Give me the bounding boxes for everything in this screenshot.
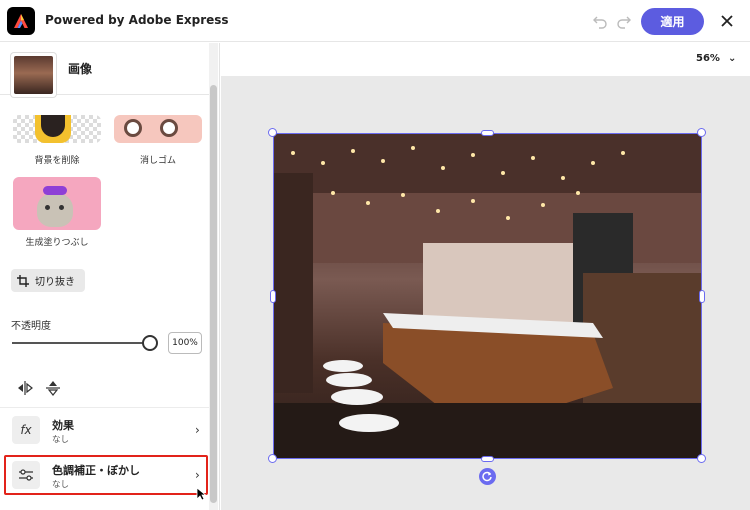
effects-title: 効果 xyxy=(52,419,74,432)
resize-handle-bottom-left[interactable] xyxy=(268,454,277,463)
highlight-box xyxy=(4,455,208,495)
crop-button[interactable]: 切り抜き xyxy=(11,269,85,292)
resize-handle-top-right[interactable] xyxy=(697,128,706,137)
image-thumbnail xyxy=(11,53,56,97)
remove-background-label: 背景を削除 xyxy=(34,156,80,166)
generative-fill-label: 生成塗りつぶし xyxy=(25,238,89,248)
close-icon[interactable] xyxy=(717,11,737,31)
chevron-down-icon: ⌄ xyxy=(727,53,737,64)
adobe-express-logo xyxy=(7,7,35,35)
remove-background-card[interactable] xyxy=(13,115,101,143)
fx-icon: fx xyxy=(12,416,40,444)
effects-row[interactable]: fx 効果 なし › xyxy=(0,407,209,453)
chevron-right-icon: › xyxy=(195,423,200,437)
zoom-bar: 56% ⌄ xyxy=(221,43,750,76)
zoom-level: 56% xyxy=(696,53,720,64)
panel-title: 画像 xyxy=(68,62,93,76)
flip-horizontal-icon[interactable] xyxy=(16,379,34,397)
crop-icon xyxy=(17,274,29,287)
mouse-cursor-icon xyxy=(196,486,207,505)
resize-handle-left[interactable] xyxy=(270,290,276,303)
undo-icon[interactable] xyxy=(590,11,610,31)
panel-scrollbar[interactable] xyxy=(209,43,218,510)
rotate-icon[interactable] xyxy=(479,468,496,485)
opacity-label: 不透明度 xyxy=(11,321,51,332)
resize-handle-top[interactable] xyxy=(481,130,494,136)
image-properties-panel: 画像 背景を削除 消しゴム 生成塗りつぶし 切り抜き 不透明度 100% fx … xyxy=(0,43,220,510)
top-bar: Powered by Adobe Express 適用 xyxy=(0,0,750,42)
app-window: Powered by Adobe Express 適用 画像 背景を削除 消しゴ… xyxy=(0,0,750,510)
crop-label: 切り抜き xyxy=(35,277,75,288)
resize-handle-bottom-right[interactable] xyxy=(697,454,706,463)
redo-icon[interactable] xyxy=(614,11,634,31)
flip-vertical-icon[interactable] xyxy=(44,379,62,397)
app-title: Powered by Adobe Express xyxy=(45,13,229,27)
generative-fill-card[interactable] xyxy=(13,177,101,230)
resize-handle-bottom[interactable] xyxy=(481,456,494,462)
opacity-slider-thumb[interactable] xyxy=(142,335,158,351)
resize-handle-right[interactable] xyxy=(699,290,705,303)
image-header: 画像 xyxy=(0,43,209,97)
effects-status: なし xyxy=(52,435,70,445)
selection-frame xyxy=(273,133,702,459)
opacity-value-field[interactable]: 100% xyxy=(168,332,202,354)
eraser-card[interactable] xyxy=(114,115,202,143)
eraser-label: 消しゴム xyxy=(139,156,176,166)
resize-handle-top-left[interactable] xyxy=(268,128,277,137)
opacity-slider-track[interactable] xyxy=(12,342,150,344)
apply-button[interactable]: 適用 xyxy=(641,8,704,35)
zoom-dropdown[interactable]: 56% ⌄ xyxy=(696,53,736,64)
